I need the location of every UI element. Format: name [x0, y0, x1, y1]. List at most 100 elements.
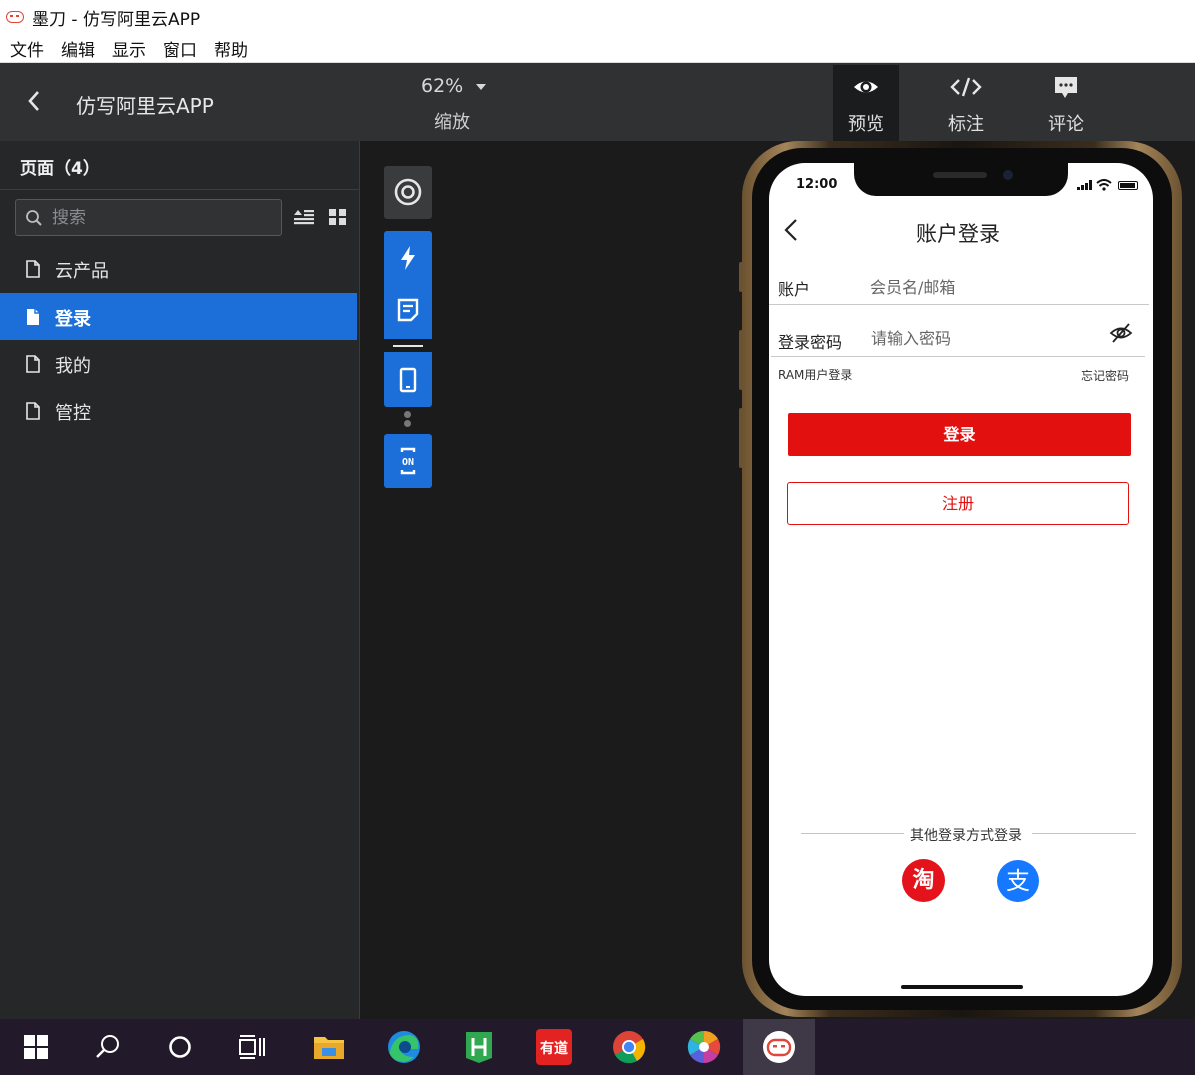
on-button[interactable]: ON	[384, 434, 432, 488]
svg-text:有道: 有道	[540, 1040, 568, 1057]
divider-line-left	[801, 833, 904, 834]
modao-taskbar-button[interactable]	[743, 1019, 815, 1075]
tab-comment-label: 评论	[1048, 114, 1084, 135]
target-button[interactable]	[384, 166, 432, 219]
tab-annotate[interactable]: 标注	[933, 65, 999, 141]
list-view-icon[interactable]	[293, 207, 315, 227]
sidebar-item-label: 我的	[55, 356, 91, 377]
code-icon	[950, 77, 982, 97]
modao-app-icon	[6, 11, 24, 23]
project-title: 仿写阿里云APP	[76, 94, 214, 118]
forgot-password-link[interactable]: 忘记密码	[1081, 367, 1129, 384]
back-arrow-icon[interactable]	[24, 87, 44, 115]
edge-browser-button[interactable]	[368, 1019, 440, 1075]
menu-view[interactable]: 显示	[112, 36, 146, 61]
zoom-dropdown-caret-icon[interactable]	[476, 84, 486, 90]
page-search-box[interactable]	[15, 199, 282, 236]
ram-login-link[interactable]: RAM用户登录	[778, 366, 852, 383]
windows-logo-icon	[24, 1035, 48, 1059]
tab-comment[interactable]: 评论	[1033, 65, 1099, 141]
divider-line-right	[1032, 833, 1136, 834]
phone-camera	[1003, 170, 1013, 180]
page-icon	[26, 355, 40, 373]
hbuilder-button[interactable]	[443, 1019, 515, 1075]
sidebar-divider	[0, 189, 360, 190]
sidebar-item-label: 管控	[55, 403, 91, 424]
cortana-button[interactable]	[144, 1019, 216, 1075]
page-icon	[27, 309, 39, 325]
eye-off-icon[interactable]	[1109, 322, 1133, 344]
home-indicator	[901, 985, 1023, 989]
svg-text:ON: ON	[402, 457, 414, 468]
zoom-value[interactable]: 62%	[421, 75, 463, 97]
sidebar-item-control[interactable]: 管控	[0, 387, 357, 434]
search-icon	[26, 210, 42, 226]
account-input[interactable]	[870, 278, 1090, 297]
lightning-icon[interactable]	[399, 245, 417, 271]
sidebar-item-cloud-products[interactable]: 云产品	[0, 245, 357, 292]
sidebar-item-mine[interactable]: 我的	[0, 340, 357, 387]
pinwheel-app-button[interactable]	[668, 1019, 740, 1075]
more-dots-icon[interactable]	[404, 411, 411, 418]
windows-taskbar: 有道	[0, 1019, 1195, 1075]
interaction-toolbar	[384, 231, 432, 339]
sidebar-item-login[interactable]: 登录	[0, 293, 357, 340]
zoom-label: 缩放	[434, 112, 470, 133]
search-icon	[96, 1035, 119, 1058]
on-icon: ON	[400, 447, 416, 475]
window-titlebar: 墨刀 - 仿写阿里云APP	[0, 0, 1195, 34]
youdao-icon: 有道	[536, 1029, 572, 1065]
taskbar-search-button[interactable]	[72, 1019, 144, 1075]
window-title: 墨刀 - 仿写阿里云APP	[32, 9, 201, 30]
password-underline	[771, 356, 1145, 357]
youdao-button[interactable]: 有道	[518, 1019, 590, 1075]
folder-icon	[314, 1037, 344, 1059]
account-underline	[769, 304, 1149, 305]
start-button[interactable]	[0, 1019, 72, 1075]
menu-help[interactable]: 帮助	[214, 36, 248, 61]
menu-edit[interactable]: 编辑	[61, 36, 95, 61]
other-login-text: 其他登录方式登录	[910, 828, 1022, 844]
phone-side-button	[739, 408, 743, 468]
tab-preview[interactable]: 预览	[833, 65, 899, 141]
taobao-login-icon[interactable]: 淘	[902, 859, 945, 902]
phone-side-button	[739, 262, 743, 292]
hbuilder-icon	[466, 1032, 492, 1063]
pages-title: 页面（4）	[20, 159, 100, 179]
menu-window[interactable]: 窗口	[163, 36, 197, 61]
pinwheel-icon	[687, 1030, 721, 1064]
account-label: 账户	[778, 280, 811, 299]
sidebar-item-label: 登录	[55, 309, 91, 330]
file-explorer-button[interactable]	[293, 1019, 365, 1075]
task-view-icon	[239, 1035, 265, 1059]
cortana-icon	[169, 1036, 191, 1058]
task-view-button[interactable]	[216, 1019, 288, 1075]
chrome-button[interactable]	[593, 1019, 665, 1075]
signal-icon	[1077, 180, 1092, 190]
chrome-icon	[613, 1031, 646, 1064]
device-button[interactable]	[384, 352, 432, 407]
phone-speaker	[933, 172, 987, 178]
sidebar-item-label: 云产品	[55, 261, 109, 282]
password-label: 登录密码	[778, 333, 843, 352]
note-icon[interactable]	[397, 298, 419, 322]
nav-title: 账户登录	[916, 222, 1000, 246]
password-input[interactable]	[871, 329, 1091, 348]
nav-back-icon[interactable]	[781, 217, 801, 243]
wifi-icon	[1096, 179, 1112, 191]
comment-icon	[1055, 77, 1077, 98]
page-search-input[interactable]	[52, 205, 272, 231]
alipay-login-icon[interactable]: 支	[997, 860, 1039, 902]
page-icon	[26, 260, 40, 278]
tab-annotate-label: 标注	[948, 114, 984, 135]
toolbar-divider	[393, 345, 423, 347]
menu-file[interactable]: 文件	[10, 36, 44, 61]
login-button[interactable]: 登录	[788, 413, 1131, 456]
grid-view-icon[interactable]	[328, 208, 347, 226]
register-button[interactable]: 注册	[787, 482, 1129, 525]
modao-app-icon	[763, 1031, 795, 1063]
menu-bar: 文件 编辑 显示 窗口 帮助	[0, 34, 1195, 63]
edge-icon	[388, 1031, 420, 1063]
battery-icon	[1118, 181, 1138, 190]
phone-icon	[399, 367, 417, 393]
